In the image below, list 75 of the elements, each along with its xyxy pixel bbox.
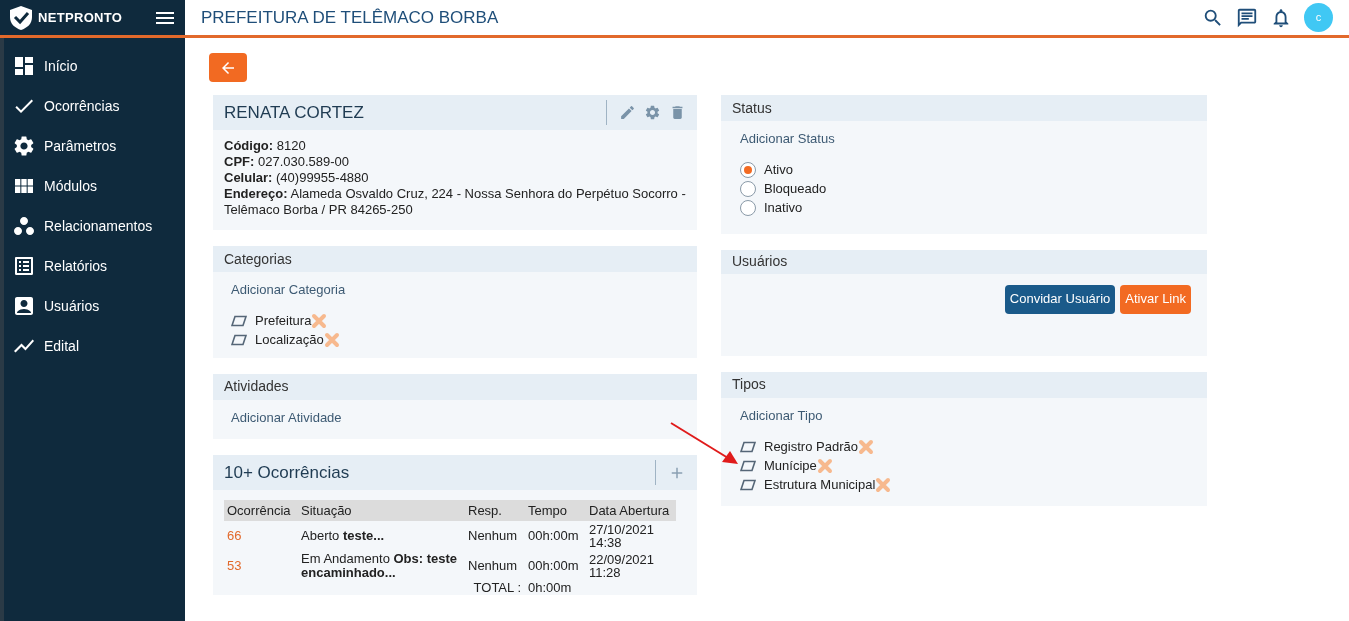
sidebar-item[interactable]: Ocorrências	[4, 86, 185, 126]
column-header: Resp.	[465, 500, 525, 521]
chat-icon	[1236, 6, 1258, 29]
table-cell-text: Aberto teste...	[300, 527, 386, 545]
sidebar-item[interactable]: Relacionamentos	[4, 206, 185, 246]
tag-icon	[740, 440, 756, 453]
info-line: Código: 8120	[224, 138, 307, 154]
action-button[interactable]: Convidar Usuário	[1004, 284, 1116, 314]
sidebar-item[interactable]: Usuários	[4, 286, 185, 326]
panel-title: 10+ Ocorrências	[224, 461, 350, 484]
radio-label: Ativo	[764, 161, 793, 180]
user-icon	[12, 294, 36, 318]
table-cell-text: 22/09/2021 11:28	[588, 551, 656, 581]
tag-label: Registro Padrão	[764, 437, 858, 456]
tag-label: Estrutura Municipal	[764, 475, 876, 494]
logo-text: NETPRONTO	[38, 8, 123, 27]
dashboard-icon	[12, 54, 36, 78]
radio-label: Bloqueado	[764, 180, 827, 199]
table-cell-text: Nenhum	[467, 527, 519, 546]
column-header: Situação	[298, 500, 465, 521]
annotation-arrow	[670, 421, 740, 465]
column-header: Ocorrência	[224, 500, 298, 521]
panel-title: Status	[732, 98, 772, 118]
page-title: PREFEITURA DE TELÊMACO BORBA	[201, 6, 499, 29]
list-icon	[12, 254, 36, 278]
table-cell-text: 27/10/2021 14:38	[588, 521, 656, 551]
gear-icon	[644, 104, 661, 121]
tag-label: Munícipe	[764, 456, 817, 475]
panel-title: Categorias	[224, 249, 292, 269]
info-line: Endereço: Alameda Osvaldo Cruz, 224 - Nossa Senhora do Perpétuo Socorro - Telêmaco Borba / PR 84265-250	[224, 186, 686, 218]
tag-label: Localização	[255, 331, 324, 350]
back-button[interactable]	[209, 53, 247, 82]
sidebar-item[interactable]: Módulos	[4, 166, 185, 206]
column-header: Data Abertura	[586, 500, 676, 521]
tag-icon	[740, 478, 756, 491]
table-cell-text: 00h:00m	[527, 557, 580, 576]
panel-title: Atividades	[224, 377, 289, 396]
info-line: CPF: 027.030.589-00	[224, 154, 351, 170]
radio-button[interactable]	[740, 200, 756, 216]
tag-icon	[740, 459, 756, 472]
panel-title: Tipos	[732, 375, 766, 394]
settings-icon	[12, 134, 36, 158]
chat-button[interactable]	[1236, 6, 1258, 29]
remove-icon[interactable]	[875, 476, 892, 493]
sidebar-item[interactable]: Edital	[4, 326, 185, 366]
tag-label: Prefeitura	[255, 312, 312, 331]
add-link[interactable]: Adicionar Atividade	[231, 407, 679, 427]
table-cell-text: 00h:00m	[527, 527, 580, 546]
shield-check-icon	[8, 4, 34, 31]
sidebar-item[interactable]: Parâmetros	[4, 126, 185, 166]
remove-icon[interactable]	[323, 332, 340, 348]
tag-icon	[231, 315, 247, 327]
column-header: Tempo	[525, 500, 586, 521]
sidebar-item[interactable]: Início	[4, 46, 185, 86]
edit-button[interactable]	[619, 104, 636, 121]
info-line: Celular: (40)99955-4880	[224, 170, 370, 186]
settings-button[interactable]	[644, 104, 661, 121]
add-link[interactable]: Adicionar Categoria	[231, 280, 679, 300]
radio-button[interactable]	[740, 181, 756, 197]
table-cell-text: Em Andamento Obs: teste encaminhado...	[300, 551, 459, 581]
add-link[interactable]: Adicionar Tipo	[740, 405, 1188, 425]
table-cell-text: Nenhum	[467, 557, 519, 576]
pencil-icon	[619, 104, 636, 121]
remove-icon[interactable]	[857, 438, 874, 455]
radio-label: Inativo	[764, 199, 803, 218]
remove-icon[interactable]	[816, 457, 833, 474]
panel-title: Usuários	[732, 252, 788, 271]
total-label: TOTAL :	[473, 581, 521, 595]
total-value: 0h:00m	[527, 581, 573, 595]
panel-title: RENATA CORTEZ	[224, 101, 364, 124]
sidebar-item[interactable]: Relatórios	[4, 246, 185, 286]
add-link[interactable]: Adicionar Status	[740, 129, 1188, 149]
radio-button[interactable]	[740, 162, 756, 178]
tag-icon	[231, 334, 247, 346]
remove-icon[interactable]	[311, 313, 328, 329]
